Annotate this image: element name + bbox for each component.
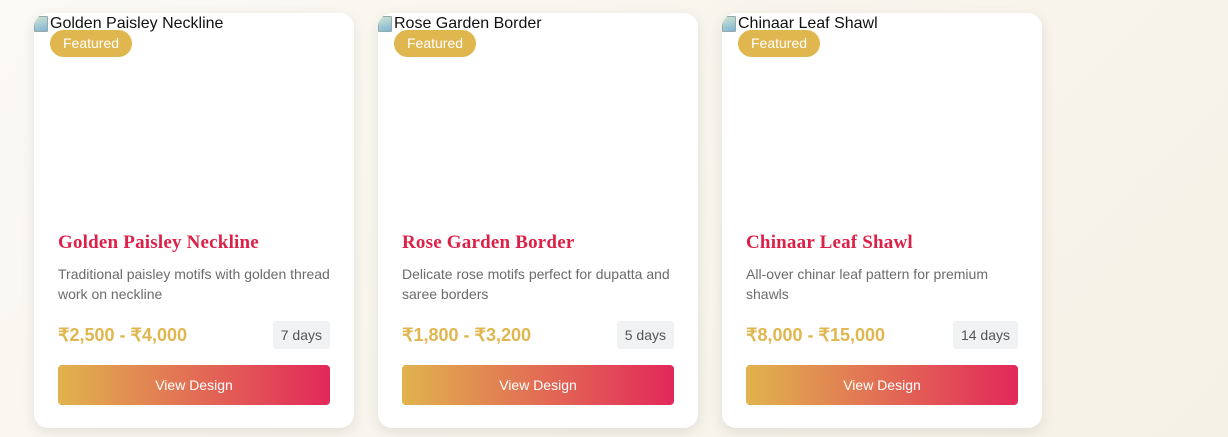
price-row: ₹8,000 - ₹15,000 14 days (746, 321, 1018, 349)
delivery-days-badge: 7 days (272, 321, 330, 349)
design-card[interactable]: Golden Paisley Neckline Featured Golden … (34, 13, 354, 428)
price-range: ₹1,800 - ₹3,200 (402, 324, 531, 345)
card-description: Traditional paisley motifs with golden t… (58, 266, 330, 302)
card-content: Rose Garden Border Delicate rose motifs … (378, 231, 698, 405)
card-image[interactable]: Chinaar Leaf Shawl Featured (722, 13, 1042, 213)
broken-image-icon (722, 16, 736, 32)
card-description: Delicate rose motifs perfect for dupatta… (402, 266, 670, 302)
price-range: ₹8,000 - ₹15,000 (746, 324, 885, 345)
featured-badge: Featured (394, 30, 477, 57)
price-row: ₹2,500 - ₹4,000 7 days (58, 321, 330, 349)
design-grid: Golden Paisley Neckline Featured Golden … (34, 13, 1042, 428)
broken-image-icon (34, 16, 48, 32)
view-design-button[interactable]: View Design (58, 365, 330, 405)
design-card[interactable]: Chinaar Leaf Shawl Featured Chinaar Leaf… (722, 13, 1042, 428)
card-image[interactable]: Golden Paisley Neckline Featured (34, 13, 354, 213)
card-title: Rose Garden Border (402, 232, 575, 253)
view-design-button[interactable]: View Design (402, 365, 674, 405)
card-image[interactable]: Rose Garden Border Featured (378, 13, 698, 213)
card-description: All-over chinar leaf pattern for premium… (746, 266, 988, 302)
card-content: Golden Paisley Neckline Traditional pais… (34, 231, 354, 405)
delivery-days-badge: 14 days (952, 321, 1018, 349)
card-content: Chinaar Leaf Shawl All-over chinar leaf … (722, 231, 1042, 405)
design-card[interactable]: Rose Garden Border Featured Rose Garden … (378, 13, 698, 428)
card-title: Golden Paisley Neckline (58, 232, 259, 253)
view-design-button[interactable]: View Design (746, 365, 1018, 405)
delivery-days-badge: 5 days (616, 321, 674, 349)
featured-badge: Featured (738, 30, 821, 57)
broken-image-icon (378, 16, 392, 32)
card-title: Chinaar Leaf Shawl (746, 232, 913, 253)
price-range: ₹2,500 - ₹4,000 (58, 324, 187, 345)
price-row: ₹1,800 - ₹3,200 5 days (402, 321, 674, 349)
featured-badge: Featured (50, 30, 133, 57)
